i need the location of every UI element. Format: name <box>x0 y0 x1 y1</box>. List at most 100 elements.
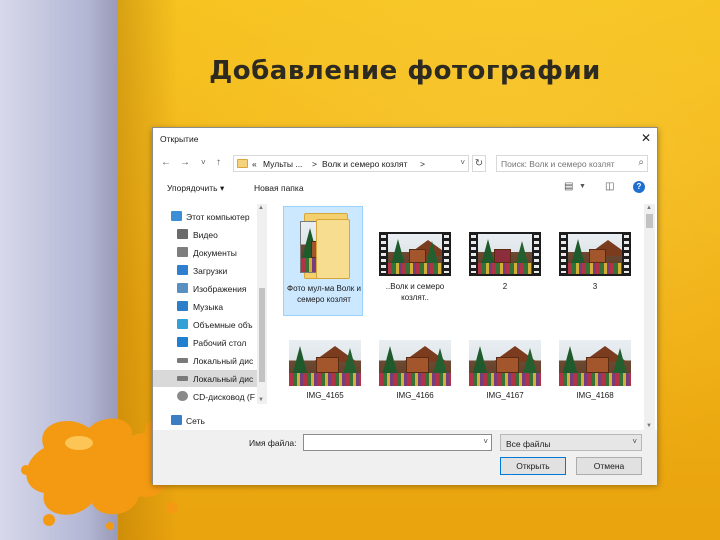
image-thumbnail <box>469 340 541 386</box>
nav-item-network[interactable]: Сеть <box>153 412 257 429</box>
cd-drive-icon <box>177 391 188 401</box>
breadcrumb-separator[interactable]: > <box>420 159 425 169</box>
scroll-down-icon[interactable]: ▼ <box>646 423 652 429</box>
nav-item-label: Сеть <box>186 416 205 426</box>
nav-item-desktop[interactable]: Рабочий стол <box>153 334 257 351</box>
navigation-pane: Этот компьютер Видео Документы Загрузки … <box>153 204 267 430</box>
file-item-video[interactable]: ..Волк и семеро козлят.. <box>375 206 455 316</box>
nav-item-label: Загрузки <box>193 266 228 276</box>
nav-item-pictures[interactable]: Изображения <box>153 280 257 297</box>
file-label: IMG_4168 <box>576 391 614 400</box>
scroll-thumb[interactable] <box>259 288 265 382</box>
image-thumbnail <box>289 340 361 386</box>
file-item-folder[interactable]: Фото мул-ма Волк и семеро козлят <box>283 206 363 316</box>
breadcrumb-separator[interactable]: > <box>312 159 317 169</box>
image-thumbnail <box>559 340 631 386</box>
file-label: 2 <box>502 282 508 291</box>
nav-item-downloads[interactable]: Загрузки <box>153 262 257 279</box>
chevron-down-icon: ˅ <box>632 437 637 446</box>
search-input[interactable] <box>501 156 631 171</box>
cancel-button[interactable]: Отмена <box>576 457 642 475</box>
close-icon[interactable]: ✕ <box>641 131 651 145</box>
nav-item-label: Этот компьютер <box>186 212 250 222</box>
command-bar: Упорядочить ▾ Новая папка ▤ ▼ ◫ ? <box>153 178 657 198</box>
address-bar: ← → ˅ ↑ « Мульты ... > Волк и семеро коз… <box>153 152 657 174</box>
help-icon[interactable]: ? <box>633 181 645 193</box>
filetype-value: Все файлы <box>506 439 551 449</box>
dialog-title: Открытие <box>160 134 199 144</box>
nav-item-cd-drive[interactable]: CD-дисковод (F <box>153 388 257 405</box>
breadcrumb-item[interactable]: Мульты ... <box>263 159 302 169</box>
forward-arrow-icon[interactable]: → <box>180 157 190 168</box>
downloads-icon <box>177 265 188 275</box>
video-icon <box>177 229 188 239</box>
search-box[interactable]: ⌕ <box>496 155 648 172</box>
open-file-dialog: Открытие ✕ ← → ˅ ↑ « Мульты ... > Волк и… <box>152 127 658 485</box>
up-arrow-icon[interactable]: ↑ <box>216 157 221 168</box>
path-breadcrumb[interactable]: « Мульты ... > Волк и семеро козлят > ˅ <box>233 155 469 172</box>
new-folder-button[interactable]: Новая папка <box>254 183 304 193</box>
network-icon <box>171 415 182 425</box>
nav-item-label: Объемные объ <box>193 320 253 330</box>
back-arrow-icon[interactable]: ← <box>161 157 171 168</box>
nav-item-label: Документы <box>193 248 237 258</box>
breadcrumb-overflow[interactable]: « <box>252 159 257 169</box>
open-button[interactable]: Открыть <box>500 457 566 475</box>
refresh-button[interactable]: ↻ <box>472 155 486 172</box>
file-label: 3 <box>592 282 598 291</box>
filename-label: Имя файла: <box>249 438 297 448</box>
breadcrumb-item[interactable]: Волк и семеро козлят <box>322 159 407 169</box>
scroll-up-icon[interactable]: ▲ <box>258 205 264 211</box>
file-label: IMG_4165 <box>306 391 344 400</box>
view-icon[interactable]: ▤ <box>564 181 573 192</box>
filename-field[interactable]: ˅ <box>303 434 492 451</box>
drive-icon <box>177 358 188 363</box>
file-label: IMG_4167 <box>486 391 524 400</box>
nav-item-local-disk-selected[interactable]: Локальный дис <box>153 370 257 387</box>
video-thumbnail <box>379 232 451 276</box>
recent-locations-icon[interactable]: ˅ <box>201 158 206 167</box>
3d-objects-icon <box>177 319 188 329</box>
nav-item-3d-objects[interactable]: Объемные объ <box>153 316 257 333</box>
nav-item-label: CD-дисковод (F <box>193 392 255 402</box>
folder-icon <box>237 159 248 168</box>
scroll-up-icon[interactable]: ▲ <box>646 205 652 211</box>
nav-item-label: Локальный дис <box>193 356 254 366</box>
music-icon <box>177 301 188 311</box>
file-list: Фото мул-ма Волк и семеро козлят ..Волк … <box>273 204 643 430</box>
scroll-thumb[interactable] <box>646 214 653 228</box>
scroll-down-icon[interactable]: ▼ <box>258 397 264 403</box>
computer-icon <box>171 211 182 221</box>
filetype-select[interactable]: Все файлы ˅ <box>500 434 642 451</box>
chevron-down-icon[interactable]: ▼ <box>579 183 586 190</box>
dialog-footer: Имя файла: ˅ Все файлы ˅ Открыть Отмена <box>153 430 657 485</box>
drive-icon <box>177 376 188 381</box>
nav-scrollbar[interactable]: ▲ ▼ <box>257 204 267 404</box>
file-item-image[interactable]: IMG_4166 <box>375 332 455 442</box>
nav-item-label: Музыка <box>193 302 224 312</box>
chevron-down-icon[interactable]: ˅ <box>483 437 488 446</box>
file-item-image[interactable]: IMG_4168 <box>555 332 635 442</box>
folder-icon <box>298 213 350 279</box>
nav-item-this-pc[interactable]: Этот компьютер <box>153 208 257 225</box>
nav-item-music[interactable]: Музыка <box>153 298 257 315</box>
nav-item-label: Рабочий стол <box>193 338 247 348</box>
organize-button[interactable]: Упорядочить ▾ <box>167 183 224 194</box>
video-thumbnail <box>469 232 541 276</box>
file-list-scrollbar[interactable]: ▲ ▼ <box>644 204 655 430</box>
nav-item-video[interactable]: Видео <box>153 226 257 243</box>
file-item-image[interactable]: IMG_4165 <box>285 332 365 442</box>
nav-item-label: Видео <box>193 230 218 240</box>
nav-item-local-disk[interactable]: Локальный дис <box>153 352 257 369</box>
file-item-image[interactable]: IMG_4167 <box>465 332 545 442</box>
dialog-titlebar: Открытие ✕ <box>153 128 657 150</box>
file-label: IMG_4166 <box>396 391 434 400</box>
preview-pane-icon[interactable]: ◫ <box>605 181 614 192</box>
search-icon[interactable]: ⌕ <box>638 157 644 168</box>
nav-item-documents[interactable]: Документы <box>153 244 257 261</box>
file-item-video[interactable]: 2 <box>465 206 545 316</box>
chevron-down-icon[interactable]: ˅ <box>460 158 465 167</box>
nav-item-label: Изображения <box>193 284 247 294</box>
file-item-video[interactable]: 3 <box>555 206 635 316</box>
pictures-icon <box>177 283 188 293</box>
